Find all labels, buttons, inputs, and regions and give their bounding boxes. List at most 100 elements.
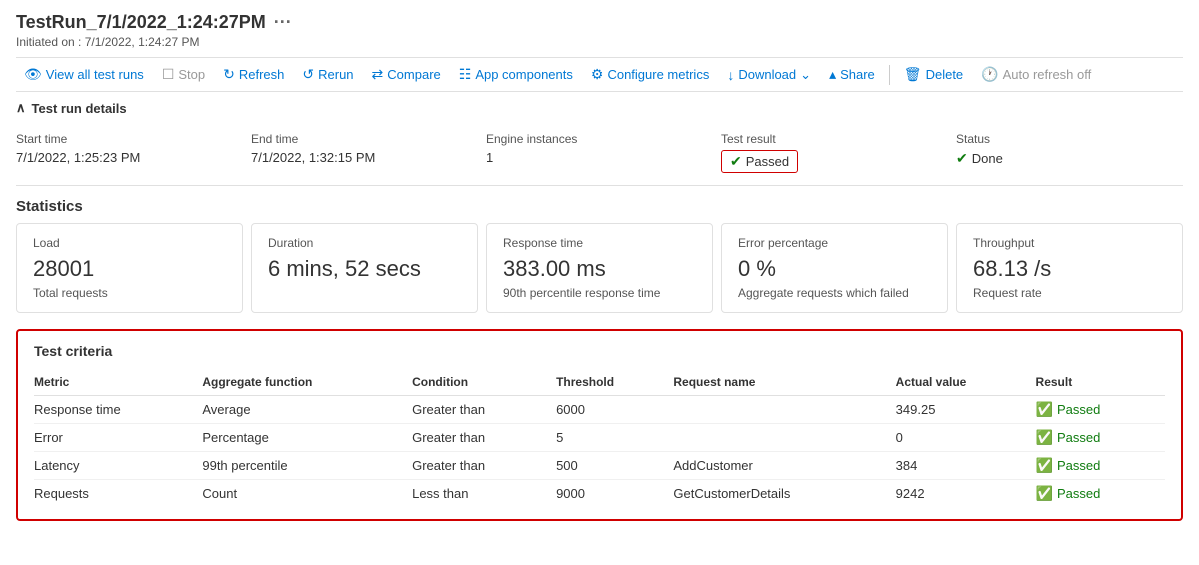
rerun-icon: ↺ — [302, 66, 314, 83]
criteria-table-header-row: Metric Aggregate function Condition Thre… — [34, 371, 1165, 396]
passed-check-icon: ✔ — [730, 153, 742, 170]
view-all-button[interactable]: 👁 View all test runs — [16, 62, 152, 87]
collapse-icon: ∧ — [16, 100, 26, 116]
stat-label-1: Duration — [268, 236, 461, 250]
cell-result: ✅ Passed — [1036, 424, 1165, 452]
stat-value-4: 68.13 /s — [973, 256, 1166, 282]
stat-sublabel-2: 90th percentile response time — [503, 286, 696, 300]
stat-label-2: Response time — [503, 236, 696, 250]
result-check-icon: ✅ — [1036, 485, 1053, 502]
cell-aggregate: Count — [202, 480, 412, 508]
stat-card-2: Response time 383.00 ms 90th percentile … — [486, 223, 713, 313]
end-time-label: End time — [251, 132, 478, 146]
result-check-icon: ✅ — [1036, 429, 1053, 446]
share-button[interactable]: ▴ Share — [821, 62, 883, 87]
passed-badge: ✔ Passed — [721, 150, 798, 173]
engine-instances-label: Engine instances — [486, 132, 713, 146]
result-passed-badge: ✅ Passed — [1036, 485, 1101, 502]
cell-condition: Greater than — [412, 396, 556, 424]
engine-instances-col: Engine instances 1 — [486, 132, 713, 173]
status-value: ✔ Done — [956, 150, 1003, 167]
stop-icon: ☐ — [162, 66, 175, 83]
result-text: Passed — [1057, 430, 1100, 445]
result-text: Passed — [1057, 402, 1100, 417]
result-text: Passed — [1057, 486, 1100, 501]
cell-request-name — [673, 396, 895, 424]
stat-card-1: Duration 6 mins, 52 secs — [251, 223, 478, 313]
delete-button[interactable]: 🗑 Delete — [896, 62, 971, 87]
app-components-button[interactable]: ☷ App components — [451, 62, 581, 87]
stat-value-1: 6 mins, 52 secs — [268, 256, 461, 282]
col-request-name: Request name — [673, 371, 895, 396]
cell-condition: Greater than — [412, 452, 556, 480]
refresh-button[interactable]: ↻ Refresh — [215, 62, 292, 87]
stat-sublabel-3: Aggregate requests which failed — [738, 286, 931, 300]
cell-metric: Latency — [34, 452, 202, 480]
col-actual-value: Actual value — [896, 371, 1036, 396]
cell-metric: Response time — [34, 396, 202, 424]
initiated-text: Initiated on : 7/1/2022, 1:24:27 PM — [16, 35, 1183, 49]
result-text: Passed — [1057, 458, 1100, 473]
table-row: Error Percentage Greater than 5 0 ✅ Pass… — [34, 424, 1165, 452]
cell-result: ✅ Passed — [1036, 396, 1165, 424]
col-threshold: Threshold — [556, 371, 673, 396]
stat-label-4: Throughput — [973, 236, 1166, 250]
end-time-value: 7/1/2022, 1:32:15 PM — [251, 150, 478, 165]
start-time-col: Start time 7/1/2022, 1:25:23 PM — [16, 132, 243, 173]
configure-metrics-button[interactable]: ⚙ Configure metrics — [583, 62, 717, 87]
stat-sublabel-0: Total requests — [33, 286, 226, 300]
download-button[interactable]: ↓ Download ⌄ — [719, 63, 819, 87]
toolbar-separator — [889, 65, 890, 85]
table-row: Response time Average Greater than 6000 … — [34, 396, 1165, 424]
rerun-button[interactable]: ↺ Rerun — [294, 62, 361, 87]
table-row: Latency 99th percentile Greater than 500… — [34, 452, 1165, 480]
cell-aggregate: Percentage — [202, 424, 412, 452]
cell-condition: Less than — [412, 480, 556, 508]
cell-aggregate: Average — [202, 396, 412, 424]
statistics-title: Statistics — [16, 198, 1183, 215]
share-icon: ▴ — [829, 66, 836, 83]
statistics-grid: Load 28001 Total requests Duration 6 min… — [16, 223, 1183, 313]
cell-threshold: 6000 — [556, 396, 673, 424]
result-check-icon: ✅ — [1036, 457, 1053, 474]
clock-icon: 🕐 — [981, 66, 998, 83]
stat-value-2: 383.00 ms — [503, 256, 696, 282]
auto-refresh-button[interactable]: 🕐 Auto refresh off — [973, 62, 1099, 87]
test-criteria-title: Test criteria — [34, 343, 1165, 359]
cell-aggregate: 99th percentile — [202, 452, 412, 480]
result-passed-badge: ✅ Passed — [1036, 429, 1101, 446]
test-result-label: Test result — [721, 132, 948, 146]
refresh-icon: ↻ — [223, 66, 235, 83]
stat-label-3: Error percentage — [738, 236, 931, 250]
cell-request-name: AddCustomer — [673, 452, 895, 480]
compare-button[interactable]: ⇄ Compare — [364, 62, 449, 87]
stat-value-0: 28001 — [33, 256, 226, 282]
stat-card-3: Error percentage 0 % Aggregate requests … — [721, 223, 948, 313]
end-time-col: End time 7/1/2022, 1:32:15 PM — [251, 132, 478, 173]
app-components-icon: ☷ — [459, 66, 472, 83]
stat-value-3: 0 % — [738, 256, 931, 282]
test-criteria-box: Test criteria Metric Aggregate function … — [16, 329, 1183, 521]
stop-button[interactable]: ☐ Stop — [154, 62, 213, 87]
page-header: TestRun_7/1/2022_1:24:27PM ··· Initiated… — [16, 12, 1183, 49]
result-check-icon: ✅ — [1036, 401, 1053, 418]
more-options-icon[interactable]: ··· — [274, 12, 292, 33]
stat-card-0: Load 28001 Total requests — [16, 223, 243, 313]
result-passed-badge: ✅ Passed — [1036, 457, 1101, 474]
criteria-table: Metric Aggregate function Condition Thre… — [34, 371, 1165, 507]
gear-icon: ⚙ — [591, 66, 604, 83]
status-col: Status ✔ Done — [956, 132, 1183, 173]
test-result-value: ✔ Passed — [721, 150, 948, 173]
cell-metric: Requests — [34, 480, 202, 508]
cell-request-name — [673, 424, 895, 452]
download-chevron-icon: ⌄ — [800, 67, 811, 83]
test-run-details-section[interactable]: ∧ Test run details — [16, 92, 1183, 124]
cell-condition: Greater than — [412, 424, 556, 452]
cell-actual-value: 349.25 — [896, 396, 1036, 424]
engine-instances-value: 1 — [486, 150, 713, 165]
table-row: Requests Count Less than 9000 GetCustome… — [34, 480, 1165, 508]
eye-icon: 👁 — [24, 66, 42, 83]
toolbar: 👁 View all test runs ☐ Stop ↻ Refresh ↺ … — [16, 57, 1183, 92]
cell-request-name: GetCustomerDetails — [673, 480, 895, 508]
cell-actual-value: 9242 — [896, 480, 1036, 508]
